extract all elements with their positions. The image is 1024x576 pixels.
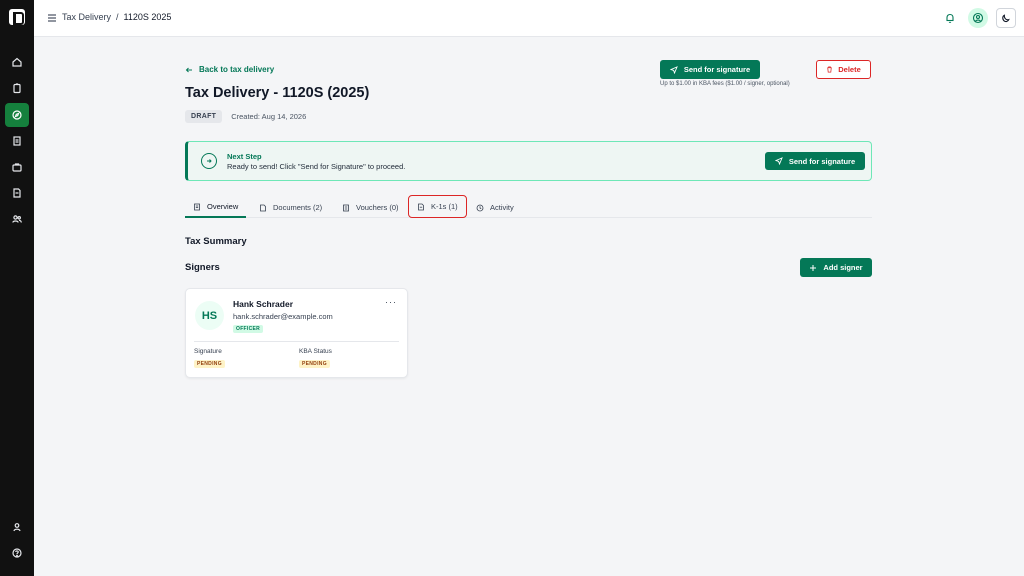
tab-label: Vouchers (0) bbox=[356, 203, 399, 212]
top-header: Tax Delivery / 1120S 2025 bbox=[34, 0, 1024, 37]
card-divider bbox=[194, 341, 399, 342]
next-step-banner: Next Step Ready to send! Click "Send for… bbox=[185, 141, 872, 181]
status-badge: DRAFT bbox=[185, 110, 223, 123]
tab-label: Overview bbox=[207, 202, 239, 211]
app-logo-icon[interactable] bbox=[9, 9, 25, 25]
next-step-title: Next Step bbox=[227, 152, 262, 161]
signature-status-badge: PENDING bbox=[194, 360, 225, 368]
tax-summary-heading: Tax Summary bbox=[185, 236, 247, 247]
tab-overview[interactable]: Overview bbox=[185, 197, 247, 218]
k1s-icon bbox=[418, 203, 424, 210]
more-options-icon[interactable]: ··· bbox=[385, 297, 397, 307]
send-icon bbox=[774, 157, 783, 165]
send-icon bbox=[669, 65, 678, 74]
breadcrumb-separator: / bbox=[116, 12, 119, 22]
signer-name: Hank Schrader bbox=[233, 299, 293, 309]
banner-send-button-label: Send for signature bbox=[788, 156, 856, 166]
add-signer-label: Add signer bbox=[823, 263, 863, 272]
breadcrumb: Tax Delivery / 1120S 2025 bbox=[62, 12, 171, 22]
kba-status-badge: PENDING bbox=[299, 360, 330, 368]
document-icon[interactable] bbox=[5, 129, 29, 153]
signature-label: Signature bbox=[194, 348, 222, 355]
menu-icon[interactable] bbox=[47, 13, 57, 23]
tab-label: Documents (2) bbox=[273, 203, 323, 212]
created-date: Created: Aug 14, 2026 bbox=[231, 112, 307, 121]
tab-activity[interactable]: Activity bbox=[468, 197, 522, 218]
breadcrumb-parent[interactable]: Tax Delivery bbox=[62, 12, 111, 22]
breadcrumb-current: 1120S 2025 bbox=[123, 12, 172, 22]
vouchers-icon bbox=[343, 204, 349, 211]
plus-icon bbox=[810, 264, 817, 271]
notifications-button[interactable] bbox=[940, 8, 960, 28]
users-icon[interactable] bbox=[5, 207, 29, 231]
next-step-message: Ready to send! Click "Send for Signature… bbox=[227, 162, 406, 171]
delete-button-label: Delete bbox=[838, 65, 861, 74]
theme-toggle-button[interactable] bbox=[996, 8, 1016, 28]
tab-vouchers[interactable]: Vouchers (0) bbox=[334, 197, 407, 218]
tab-label: K-1s (1) bbox=[431, 202, 458, 211]
delete-button[interactable]: Delete bbox=[816, 60, 871, 79]
user-avatar-button[interactable] bbox=[968, 8, 988, 28]
add-signer-button[interactable]: Add signer bbox=[800, 258, 872, 277]
tab-bar: Overview Documents (2) Vouchers (0) K-1s… bbox=[185, 195, 872, 218]
clock-icon bbox=[476, 204, 484, 211]
kba-status-label: KBA Status bbox=[299, 348, 332, 355]
arrow-left-icon bbox=[185, 67, 192, 72]
clipboard-icon[interactable] bbox=[5, 76, 29, 100]
moon-icon bbox=[1002, 14, 1010, 23]
send-button-label: Send for signature bbox=[683, 65, 751, 74]
signer-card: HS Hank Schrader hank.schrader@example.c… bbox=[185, 288, 408, 378]
home-icon[interactable] bbox=[5, 50, 29, 74]
overview-icon bbox=[194, 203, 200, 210]
tab-k1s[interactable]: K-1s (1) bbox=[408, 195, 467, 218]
signer-role-badge: OFFICER bbox=[233, 325, 264, 333]
send-for-signature-button[interactable]: Send for signature bbox=[660, 60, 760, 79]
nav-rail bbox=[0, 0, 34, 576]
bell-icon bbox=[946, 13, 954, 23]
banner-send-for-signature-button[interactable]: Send for signature bbox=[765, 152, 865, 170]
user-icon[interactable] bbox=[5, 515, 29, 539]
signer-avatar: HS bbox=[195, 301, 224, 330]
signer-email: hank.schrader@example.com bbox=[233, 312, 333, 321]
account-icon bbox=[972, 12, 984, 24]
signers-heading: Signers bbox=[185, 262, 220, 273]
briefcase-icon[interactable] bbox=[5, 155, 29, 179]
file-icon[interactable] bbox=[5, 181, 29, 205]
next-step-icon bbox=[201, 153, 217, 169]
trash-icon bbox=[827, 66, 832, 73]
compass-icon[interactable] bbox=[5, 103, 29, 127]
tab-documents[interactable]: Documents (2) bbox=[251, 197, 330, 218]
back-to-tax-delivery-link[interactable]: Back to tax delivery bbox=[185, 65, 274, 74]
tab-label: Activity bbox=[490, 203, 514, 212]
help-icon[interactable] bbox=[5, 541, 29, 565]
kba-fee-note: Up to $1.00 in KBA fees ($1.00 / signer,… bbox=[660, 81, 790, 87]
page-title: Tax Delivery - 1120S (2025) bbox=[185, 85, 370, 101]
documents-icon bbox=[260, 204, 266, 211]
back-link-label: Back to tax delivery bbox=[199, 65, 275, 74]
